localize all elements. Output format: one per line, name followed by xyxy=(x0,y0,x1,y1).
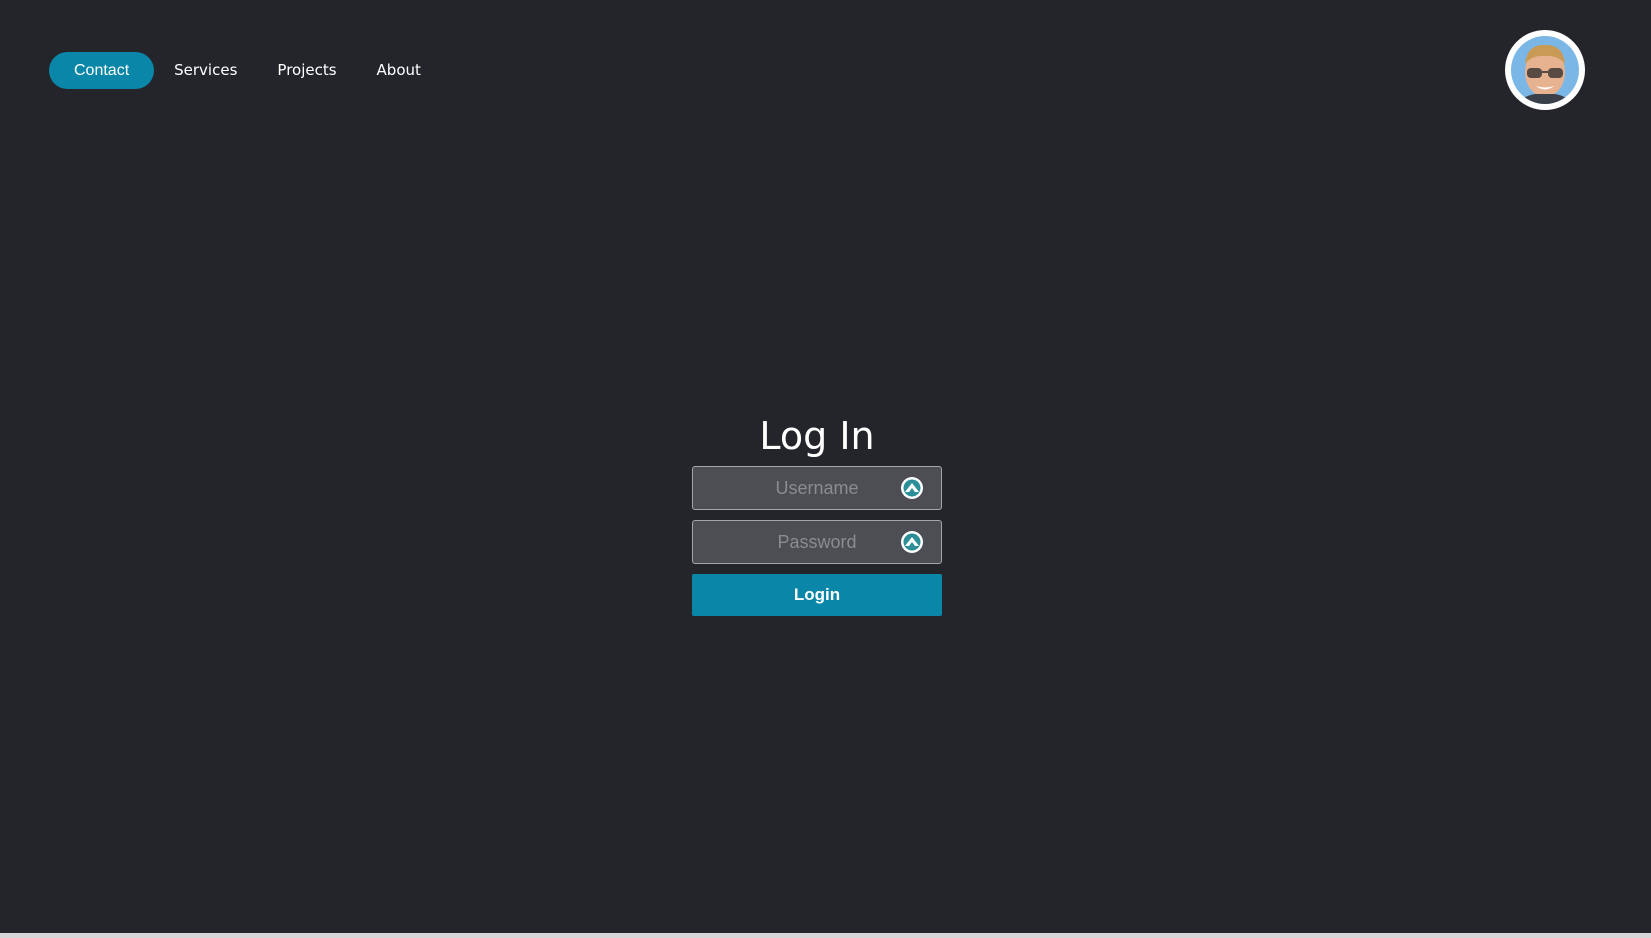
password-field xyxy=(692,520,942,564)
login-button[interactable]: Login xyxy=(692,574,942,616)
login-form: Log In Login xyxy=(692,408,942,616)
bottom-edge xyxy=(0,933,1651,938)
nav-item-about[interactable]: About xyxy=(357,52,441,89)
nav-item-projects[interactable]: Projects xyxy=(257,52,356,89)
profile-photo xyxy=(1511,36,1579,104)
password-manager-icon[interactable] xyxy=(900,476,924,500)
username-field xyxy=(692,466,942,510)
password-manager-icon[interactable] xyxy=(900,530,924,554)
main-nav: Contact Services Projects About xyxy=(49,52,441,89)
nav-item-services[interactable]: Services xyxy=(154,52,257,89)
page: Contact Services Projects About Log In U… xyxy=(0,0,1651,938)
login-title: Log In xyxy=(759,414,875,458)
nav-item-contact[interactable]: Contact xyxy=(49,52,155,89)
avatar[interactable] xyxy=(1505,30,1585,110)
